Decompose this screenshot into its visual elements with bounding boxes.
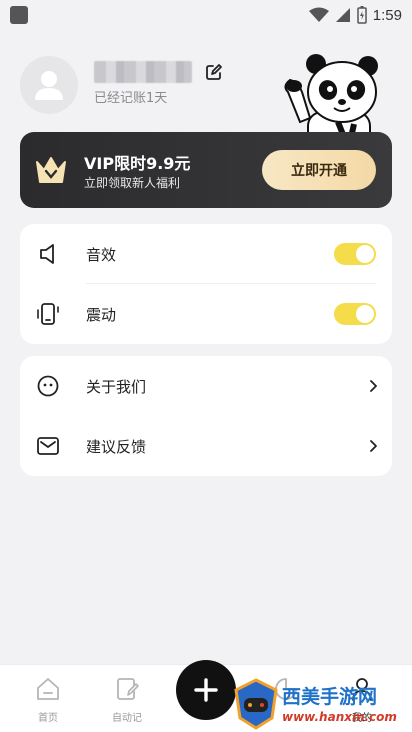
vip-activate-button[interactable]: 立即开通 [262,150,376,190]
tab-home-label: 首页 [38,713,58,724]
links-card: 关于我们 建议反馈 [20,356,392,476]
feedback-row[interactable]: 建议反馈 [20,416,392,476]
wifi-icon [308,7,329,22]
battery-icon [357,6,367,24]
crown-icon [36,157,66,183]
watermark-text: 西美手游网 [282,686,378,708]
settings-card: 音效 震动 [20,224,392,344]
sound-toggle[interactable] [334,243,376,265]
site-watermark: 西美手游网 www.hanxm.com [232,676,412,732]
status-bar: 1:59 [0,0,412,30]
chevron-right-icon [370,440,377,452]
vip-banner[interactable]: VIP限时9.9元 立即领取新人福利 立即开通 [20,132,392,208]
about-row[interactable]: 关于我们 [20,356,392,416]
vibration-row: 震动 [20,284,392,344]
vibration-phone-icon [36,302,60,326]
status-time: 1:59 [372,6,402,24]
gamepad-logo-icon [234,678,278,730]
vibration-label: 震动 [86,305,117,324]
avatar[interactable] [20,56,78,114]
record-days-text: 已经记账1天 [94,91,168,106]
tab-auto-record[interactable]: 自动记 [97,675,157,724]
about-label: 关于我们 [86,377,147,396]
chevron-right-icon [370,380,377,392]
watermark-url: www.hanxm.com [282,710,397,724]
smiley-icon [36,374,60,398]
sound-row: 音效 [20,224,392,284]
feedback-label: 建议反馈 [86,437,147,456]
vibration-toggle-knob [356,305,374,323]
signal-icon [335,8,350,22]
notification-icon [10,6,28,24]
tab-auto-record-label: 自动记 [112,713,142,724]
mail-icon [36,434,60,458]
sound-toggle-knob [356,245,374,263]
edit-icon[interactable] [204,62,224,82]
plus-icon [194,678,218,702]
home-icon [37,678,59,700]
tab-home[interactable]: 首页 [18,675,78,724]
status-right: 1:59 [308,6,402,24]
panda-mascot [284,54,378,144]
note-edit-icon [117,678,139,700]
vip-title: VIP限时9.9元 [84,154,191,173]
user-icon [35,71,63,100]
vibration-toggle[interactable] [334,303,376,325]
username-redacted [94,61,192,83]
vip-subtitle: 立即领取新人福利 [84,176,181,190]
speaker-icon [36,242,60,266]
sound-label: 音效 [86,245,117,264]
add-record-button[interactable] [176,660,236,720]
